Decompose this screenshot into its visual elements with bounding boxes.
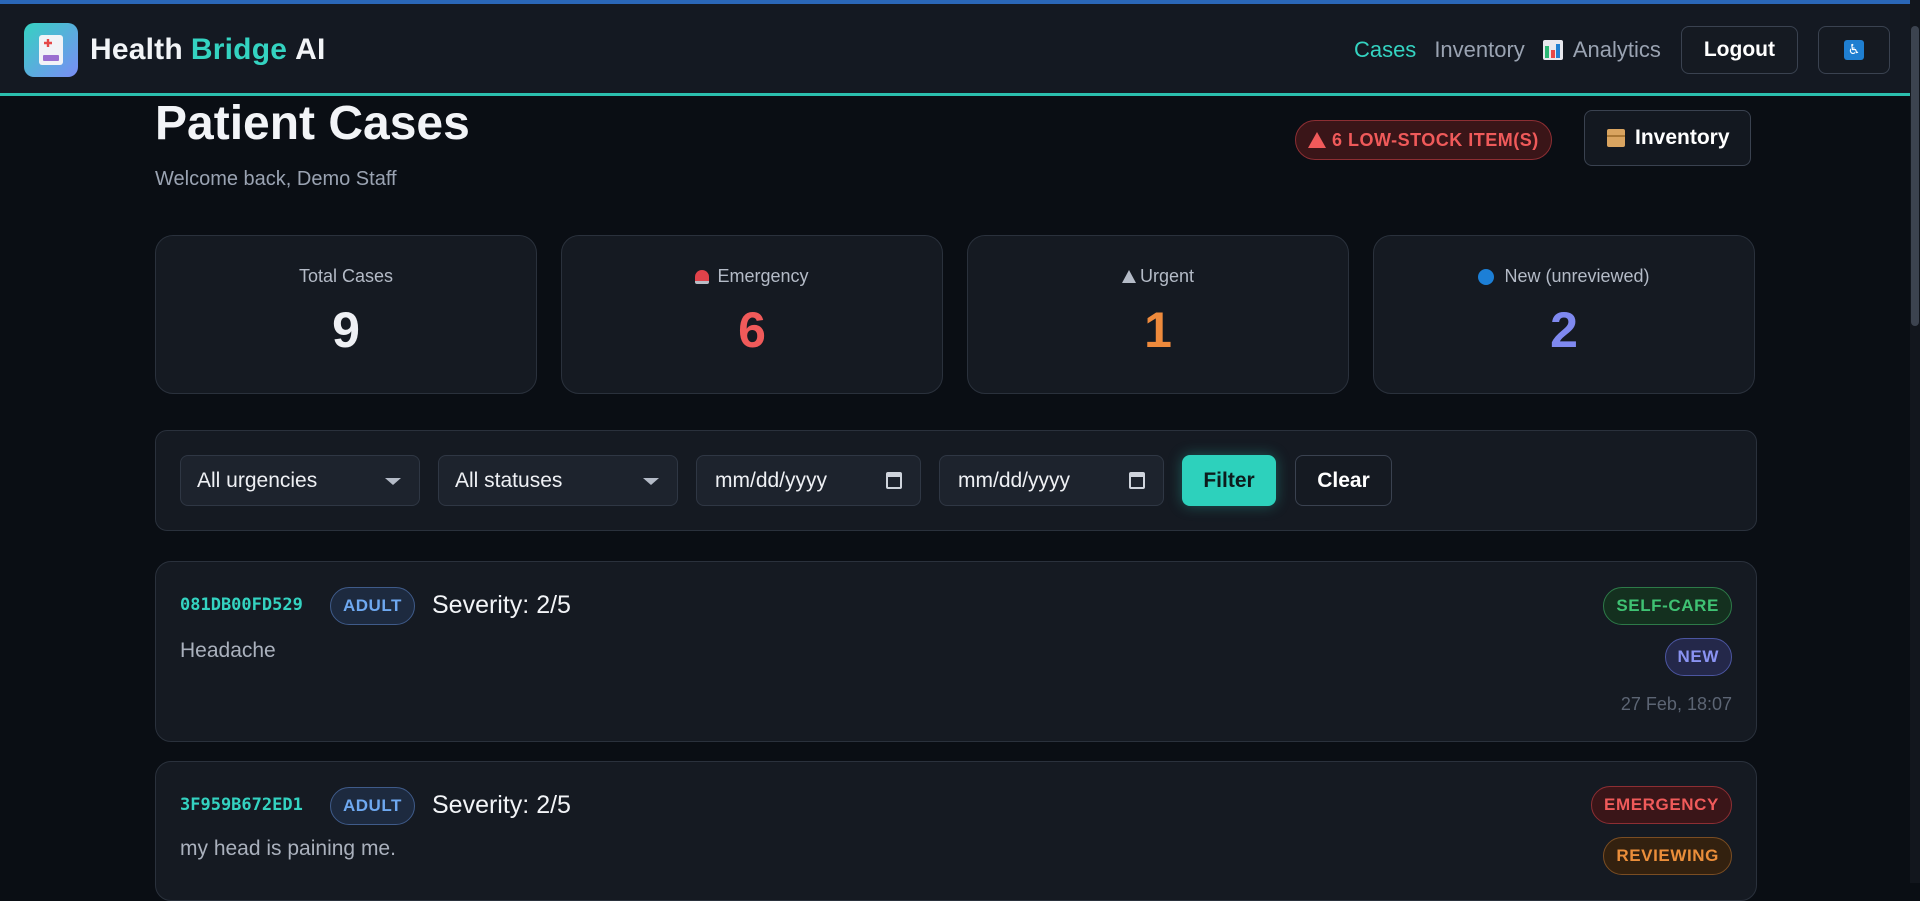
status-select-value: All statuses bbox=[455, 468, 563, 492]
severity-text: Severity: 2/5 bbox=[432, 591, 571, 619]
calendar-icon[interactable] bbox=[1129, 472, 1145, 489]
warning-icon bbox=[1308, 132, 1326, 148]
blue-circle-icon bbox=[1478, 268, 1495, 285]
urgency-badge: SELF-CARE bbox=[1603, 587, 1732, 625]
siren-icon bbox=[695, 269, 710, 284]
stat-label: Urgent bbox=[1121, 266, 1194, 287]
stat-card-urgent: Urgent 1 bbox=[967, 235, 1349, 394]
brand-word-health: Health bbox=[90, 33, 183, 66]
age-group-badge: ADULT bbox=[330, 787, 415, 825]
chevron-down-icon bbox=[385, 478, 401, 485]
warning-icon bbox=[1121, 270, 1136, 283]
filter-bar: All urgencies All statuses mm/dd/yyyy mm… bbox=[155, 430, 1757, 531]
stat-value-new: 2 bbox=[1550, 302, 1578, 358]
nav-cases-link[interactable]: Cases bbox=[1354, 37, 1416, 63]
calendar-icon[interactable] bbox=[886, 472, 902, 489]
stat-label: New (unreviewed) bbox=[1478, 266, 1650, 287]
stat-card-new: New (unreviewed) 2 bbox=[1373, 235, 1755, 394]
inventory-button[interactable]: Inventory bbox=[1584, 110, 1751, 166]
urgency-select[interactable]: All urgencies bbox=[180, 455, 420, 506]
stat-label: Total Cases bbox=[298, 266, 394, 286]
status-select[interactable]: All statuses bbox=[438, 455, 678, 506]
stat-card-total: Total Cases 9 bbox=[155, 235, 537, 394]
age-group-badge: ADULT bbox=[330, 587, 415, 625]
page-scrollbar[interactable] bbox=[1910, 0, 1920, 883]
logout-button[interactable]: Logout bbox=[1680, 26, 1798, 74]
page-title: Patient Cases bbox=[155, 97, 470, 150]
hospital-logo-icon bbox=[24, 23, 78, 77]
urgency-badge: EMERGENCY bbox=[1591, 786, 1732, 824]
accessibility-icon: ♿ bbox=[1844, 40, 1864, 60]
welcome-text: Welcome back, Demo Staff bbox=[155, 168, 397, 190]
package-icon bbox=[1607, 129, 1625, 147]
case-card[interactable]: 081DB00FD529 ADULT Severity: 2/5 Headach… bbox=[155, 561, 1757, 742]
accessibility-button[interactable]: ♿ bbox=[1818, 26, 1890, 74]
low-stock-label: 6 LOW-STOCK ITEM(S) bbox=[1332, 129, 1539, 150]
date-to-input[interactable]: mm/dd/yyyy bbox=[939, 455, 1164, 506]
severity-text: Severity: 2/5 bbox=[432, 791, 571, 819]
nav-analytics-label: Analytics bbox=[1572, 37, 1661, 62]
clear-button[interactable]: Clear bbox=[1295, 455, 1392, 506]
stat-value-total: 9 bbox=[332, 302, 360, 358]
chevron-down-icon bbox=[643, 478, 659, 485]
case-timestamp: 27 Feb, 18:07 bbox=[1620, 694, 1732, 714]
filter-button[interactable]: Filter bbox=[1182, 455, 1276, 506]
top-navbar: Health Bridge AI Cases Inventory Analytics… bbox=[0, 4, 1910, 96]
date-to-placeholder: mm/dd/yyyy bbox=[958, 468, 1071, 492]
nav-inventory-link[interactable]: Inventory bbox=[1434, 37, 1525, 63]
stat-value-urgent: 1 bbox=[1144, 302, 1172, 358]
brand-name: Health Bridge AI bbox=[90, 33, 326, 67]
stat-label: Emergency bbox=[695, 266, 809, 287]
status-badge: NEW bbox=[1664, 638, 1732, 676]
case-card[interactable]: 3F959B672ED1 ADULT Severity: 2/5 my head… bbox=[155, 761, 1757, 901]
brand-word-ai: AI bbox=[295, 33, 326, 66]
complaint-text: my head is paining me. bbox=[180, 837, 396, 860]
bar-chart-icon bbox=[1542, 40, 1563, 60]
brand[interactable]: Health Bridge AI bbox=[24, 23, 326, 77]
complaint-text: Headache bbox=[180, 639, 276, 662]
case-id: 081DB00FD529 bbox=[180, 595, 303, 615]
urgency-select-value: All urgencies bbox=[197, 468, 318, 492]
scrollbar-thumb[interactable] bbox=[1911, 26, 1919, 326]
nav-links: Cases Inventory Analytics Logout ♿ bbox=[1354, 26, 1890, 74]
case-id: 3F959B672ED1 bbox=[180, 795, 303, 815]
low-stock-badge[interactable]: 6 LOW-STOCK ITEM(S) bbox=[1295, 120, 1552, 160]
date-from-input[interactable]: mm/dd/yyyy bbox=[696, 455, 921, 506]
date-from-placeholder: mm/dd/yyyy bbox=[715, 468, 828, 492]
inventory-button-label: Inventory bbox=[1635, 126, 1730, 149]
nav-analytics-link[interactable]: Analytics bbox=[1542, 37, 1661, 63]
stats-row: Total Cases 9 Emergency 6 Urgent 1 New (… bbox=[155, 235, 1755, 394]
stat-value-emergency: 6 bbox=[738, 302, 766, 358]
status-badge: REVIEWING bbox=[1603, 837, 1732, 875]
brand-word-bridge: Bridge bbox=[190, 33, 288, 66]
stat-card-emergency: Emergency 6 bbox=[561, 235, 943, 394]
